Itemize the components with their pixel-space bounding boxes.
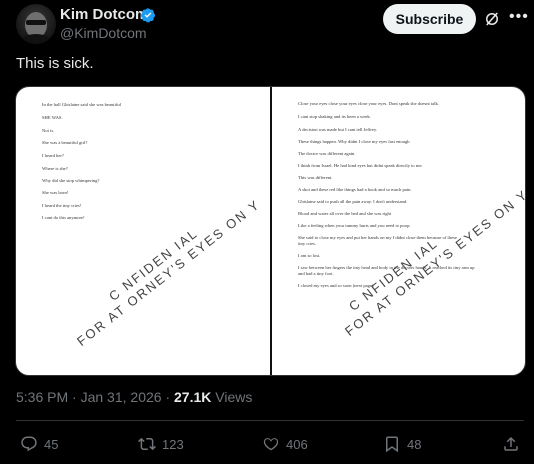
share-button[interactable] bbox=[502, 433, 520, 455]
document-line: Why did she stop whimpering? bbox=[42, 178, 100, 183]
views-label: Views bbox=[215, 389, 253, 405]
document-line: The doctor was different again. bbox=[298, 151, 356, 156]
document-line: Like a feeling when your tummy hurts and… bbox=[298, 223, 411, 228]
tweet-meta: 5:36 PM · Jan 31, 2026 · 27.1K Views bbox=[16, 389, 252, 405]
document-line: A decision was made but I cant tell Jeff… bbox=[298, 127, 378, 132]
avatar-body bbox=[18, 34, 54, 44]
tweet-time[interactable]: 5:36 PM bbox=[16, 389, 68, 405]
document-page-right: Close your eyes close your eyes close yo… bbox=[272, 87, 525, 375]
document-line: I am so lost. bbox=[298, 253, 321, 258]
document-line: Not is. bbox=[42, 128, 55, 133]
bookmark-button[interactable]: 48 bbox=[383, 433, 421, 455]
meta-dot-2: · bbox=[165, 389, 171, 405]
repost-count: 123 bbox=[162, 436, 184, 452]
document-page-left: In the hall Ghislaine said she was beaut… bbox=[16, 87, 270, 375]
views-count: 27.1K bbox=[174, 389, 212, 405]
avatar-glasses bbox=[26, 20, 46, 25]
repost-button[interactable]: 123 bbox=[138, 433, 184, 455]
document-line: Where is she? bbox=[42, 166, 68, 171]
document-line: These things happen. Why didnt I close m… bbox=[298, 139, 410, 144]
reply-icon bbox=[21, 436, 37, 452]
reply-count: 45 bbox=[44, 436, 59, 452]
avatar[interactable] bbox=[16, 4, 56, 44]
attorneys-eyes-only-stamp: FOR AT ORNEY'S EYES ON Y bbox=[74, 196, 264, 349]
subscribe-button[interactable]: Subscribe bbox=[383, 4, 476, 34]
share-icon bbox=[504, 436, 518, 451]
document-line: She was a beautiful girl? bbox=[42, 140, 88, 145]
bookmark-icon bbox=[386, 436, 398, 453]
document-line: A shot and these red like things had a h… bbox=[298, 187, 412, 192]
repost-icon bbox=[138, 437, 156, 451]
like-icon bbox=[263, 438, 279, 451]
author-name[interactable]: Kim Dotcom bbox=[60, 6, 148, 23]
document-line: Close your eyes close your eyes close yo… bbox=[298, 101, 439, 106]
tweet-media-image[interactable]: In the hall Ghislaine said she was beaut… bbox=[15, 86, 526, 376]
tweet-text: This is sick. bbox=[16, 55, 94, 72]
document-line: Blood and water all over the bed and she… bbox=[298, 211, 392, 216]
document-line: tiny cries. bbox=[298, 241, 317, 246]
document-line: This was different. bbox=[298, 175, 333, 180]
attorneys-eyes-only-stamp: FOR AT ORNEY'S EYES ON Y bbox=[342, 186, 525, 339]
reply-button[interactable]: 45 bbox=[20, 433, 58, 455]
document-line: I cant do this anymore! bbox=[42, 215, 85, 220]
document-line: I heard her? bbox=[42, 153, 64, 158]
document-line: I heard the tiny cries! bbox=[42, 203, 82, 208]
document-line: and had a tiny foot. bbox=[298, 271, 334, 276]
grok-icon[interactable] bbox=[483, 10, 501, 28]
more-icon[interactable]: ••• bbox=[509, 8, 528, 26]
author-handle[interactable]: @KimDotcom bbox=[60, 25, 147, 41]
divider bbox=[16, 420, 524, 421]
document-line: In the hall Ghislaine said she was beaut… bbox=[42, 102, 121, 107]
meta-dot: · bbox=[72, 389, 77, 405]
like-button[interactable]: 406 bbox=[262, 433, 308, 455]
bookmark-count: 48 bbox=[407, 436, 422, 452]
document-line: I cant stop shaking and its been a week. bbox=[298, 114, 371, 119]
document-line: She was born! bbox=[42, 190, 69, 195]
verified-badge-icon[interactable] bbox=[140, 7, 156, 23]
document-line: I closed my eyes and so soon (next page) bbox=[298, 283, 374, 288]
tweet-date[interactable]: Jan 31, 2026 bbox=[81, 389, 162, 405]
document-line: Ghislaine said to push all the pain away… bbox=[298, 199, 408, 204]
document-line: SHE WAS. bbox=[42, 115, 63, 120]
document-line: I think from Israel. He had kind eyes bu… bbox=[298, 163, 423, 168]
like-count: 406 bbox=[286, 436, 308, 452]
